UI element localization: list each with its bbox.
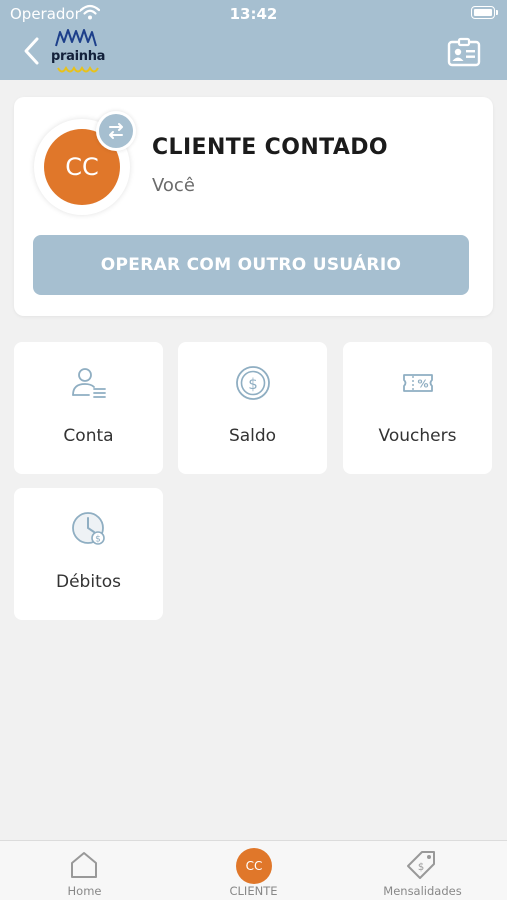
app-header: Operador 13:42 prainha	[0, 0, 507, 80]
swap-icon-bg	[99, 114, 133, 148]
swap-user-button[interactable]	[96, 111, 136, 151]
svg-text:%: %	[417, 378, 428, 391]
user-list-icon	[72, 368, 106, 398]
bottom-tab-bar: Home CC CLIENTE $ Mensalidades	[0, 840, 507, 900]
status-bar: Operador 13:42	[0, 0, 507, 28]
svg-text:$: $	[95, 535, 101, 545]
operate-other-user-button[interactable]: OPERAR COM OUTRO USUÁRIO	[33, 235, 469, 295]
tab-mensalidades[interactable]: $ Mensalidades	[338, 841, 507, 900]
tile-debitos[interactable]: $ Débitos	[14, 488, 163, 620]
dollar-coin-icon: $	[236, 366, 270, 400]
id-card-icon[interactable]	[447, 37, 481, 67]
price-tag-icon: $	[407, 851, 435, 879]
voucher-ticket-icon: %	[403, 374, 433, 392]
profile-card: CC CLIENTE CONTADO Você OPERAR COM OUTRO…	[14, 97, 493, 316]
tab-label: CLIENTE	[229, 884, 278, 898]
battery-icon	[471, 6, 495, 19]
tile-label: Saldo	[228, 426, 277, 446]
tile-vouchers[interactable]: % Vouchers	[343, 342, 492, 474]
tab-cliente[interactable]: CC CLIENTE	[169, 841, 338, 900]
logo-text: prainha	[51, 49, 106, 64]
tab-label: Mensalidades	[383, 884, 462, 898]
tile-label: Vouchers	[378, 426, 457, 446]
swap-arrows-icon	[109, 123, 123, 139]
back-chevron-icon[interactable]	[20, 36, 44, 66]
clock-debt-icon: $	[72, 512, 105, 545]
home-icon	[71, 852, 97, 878]
tile-label: Conta	[63, 426, 114, 446]
svg-text:$: $	[248, 375, 258, 393]
tile-conta[interactable]: Conta	[14, 342, 163, 474]
prainha-logo: prainha	[50, 28, 108, 76]
clock-time: 13:42	[229, 5, 278, 23]
tile-saldo[interactable]: $ Saldo	[178, 342, 327, 474]
battery-tip	[496, 10, 498, 15]
svg-text:$: $	[418, 862, 424, 873]
client-subtitle: Você	[152, 175, 195, 196]
tile-label: Débitos	[56, 572, 121, 592]
tab-home[interactable]: Home	[0, 841, 169, 900]
tab-label: Home	[67, 884, 102, 898]
tab-avatar: CC	[236, 848, 272, 884]
client-name: CLIENTE CONTADO	[152, 135, 389, 160]
